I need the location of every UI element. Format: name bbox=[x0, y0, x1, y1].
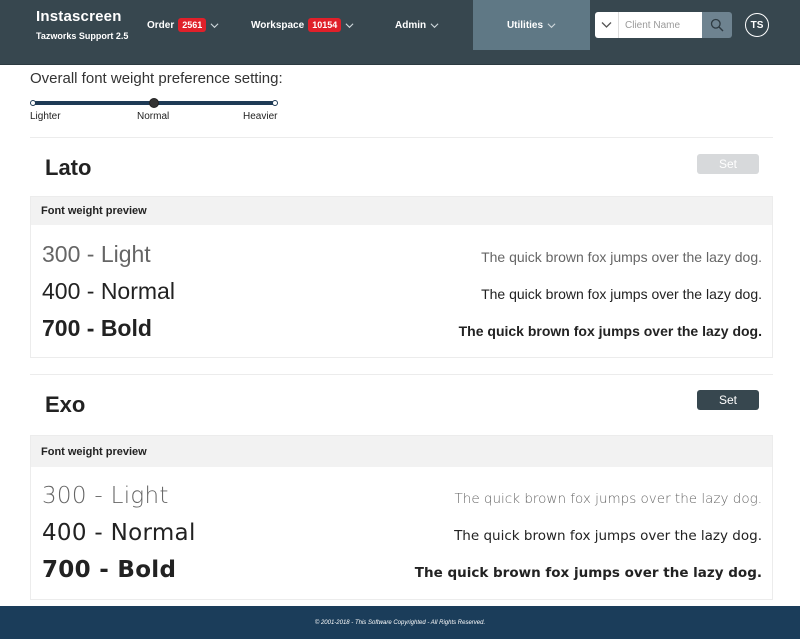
slider-label-lighter: Lighter bbox=[30, 111, 61, 122]
user-avatar[interactable]: TS bbox=[745, 13, 769, 37]
font-section-exo: Exo Set Font weight preview 300 - Light … bbox=[30, 374, 773, 602]
slider-thumb[interactable] bbox=[149, 98, 159, 108]
sample-text: The quick brown fox jumps over the lazy … bbox=[481, 249, 762, 265]
chevron-down-icon bbox=[430, 22, 439, 28]
sample-text: The quick brown fox jumps over the lazy … bbox=[454, 528, 762, 544]
nav-workspace[interactable]: Workspace 10154 bbox=[251, 0, 354, 50]
set-exo-button[interactable]: Set bbox=[697, 390, 759, 410]
font-preview-card: Font weight preview 300 - Light The quic… bbox=[30, 196, 773, 358]
font-name: Exo bbox=[45, 392, 86, 417]
preview-row-light: 300 - Light The quick brown fox jumps ov… bbox=[42, 483, 762, 519]
preview-row-light: 300 - Light The quick brown fox jumps ov… bbox=[42, 241, 762, 277]
client-search bbox=[595, 12, 732, 38]
chevron-down-icon bbox=[547, 22, 556, 28]
nav-order-label: Order bbox=[147, 19, 175, 31]
slider-stop-lighter[interactable] bbox=[30, 100, 36, 106]
font-weight-slider[interactable]: Lighter Normal Heavier bbox=[30, 96, 278, 124]
brand[interactable]: Instascreen Tazworks Support 2.5 bbox=[36, 8, 128, 41]
chevron-down-icon bbox=[210, 22, 219, 28]
client-name-input[interactable] bbox=[619, 12, 702, 38]
slider-label-normal: Normal bbox=[137, 111, 170, 122]
sample-text: The quick brown fox jumps over the lazy … bbox=[481, 286, 762, 302]
font-name: Lato bbox=[45, 155, 92, 180]
sample-text: The quick brown fox jumps over the lazy … bbox=[414, 565, 762, 581]
preference-title: Overall font weight preference setting: bbox=[30, 70, 283, 87]
nav-utilities-label: Utilities bbox=[506, 19, 544, 31]
weight-label: 400 - Normal bbox=[42, 278, 175, 304]
nav-admin-label: Admin bbox=[395, 19, 427, 31]
nav-order[interactable]: Order 2561 bbox=[147, 0, 219, 50]
preview-row-normal: 400 - Normal The quick brown fox jumps o… bbox=[42, 520, 762, 556]
search-icon bbox=[710, 18, 724, 32]
slider-stop-heavier[interactable] bbox=[272, 100, 278, 106]
weight-label: 400 - Normal bbox=[42, 520, 196, 546]
sample-text: The quick brown fox jumps over the lazy … bbox=[454, 491, 762, 507]
font-section-lato: Lato Set Font weight preview 300 - Light… bbox=[30, 137, 773, 362]
nav-workspace-label: Workspace bbox=[251, 19, 305, 31]
chevron-down-icon bbox=[601, 22, 612, 28]
sample-text: The quick brown fox jumps over the lazy … bbox=[458, 323, 762, 339]
weight-label: 300 - Light bbox=[42, 483, 169, 509]
slider-label-heavier: Heavier bbox=[243, 111, 278, 122]
app-title: Instascreen bbox=[36, 8, 122, 25]
preview-header: Font weight preview bbox=[31, 436, 772, 467]
order-count-badge: 2561 bbox=[178, 18, 207, 32]
preview-row-bold: 700 - Bold The quick brown fox jumps ove… bbox=[42, 557, 762, 593]
preview-row-bold: 700 - Bold The quick brown fox jumps ove… bbox=[42, 315, 762, 351]
preview-row-normal: 400 - Normal The quick brown fox jumps o… bbox=[42, 278, 762, 314]
search-button[interactable] bbox=[702, 12, 732, 38]
app-subtitle: Tazworks Support 2.5 bbox=[36, 31, 129, 41]
search-scope-dropdown[interactable] bbox=[595, 12, 619, 38]
weight-label: 700 - Bold bbox=[42, 315, 152, 341]
font-preview-card: Font weight preview 300 - Light The quic… bbox=[30, 435, 773, 600]
nav-utilities[interactable]: Utilities bbox=[473, 0, 590, 50]
preview-header: Font weight preview bbox=[31, 197, 772, 225]
copyright-text: © 2001-2018 - This Software Copyrighted … bbox=[314, 619, 486, 626]
top-navbar: Instascreen Tazworks Support 2.5 Order 2… bbox=[0, 0, 800, 65]
footer: © 2001-2018 - This Software Copyrighted … bbox=[0, 606, 800, 639]
workspace-count-badge: 10154 bbox=[308, 18, 342, 32]
chevron-down-icon bbox=[345, 22, 354, 28]
set-lato-button[interactable]: Set bbox=[697, 154, 759, 174]
weight-label: 700 - Bold bbox=[42, 557, 177, 583]
weight-label: 300 - Light bbox=[42, 241, 151, 267]
nav-admin[interactable]: Admin bbox=[395, 0, 439, 50]
